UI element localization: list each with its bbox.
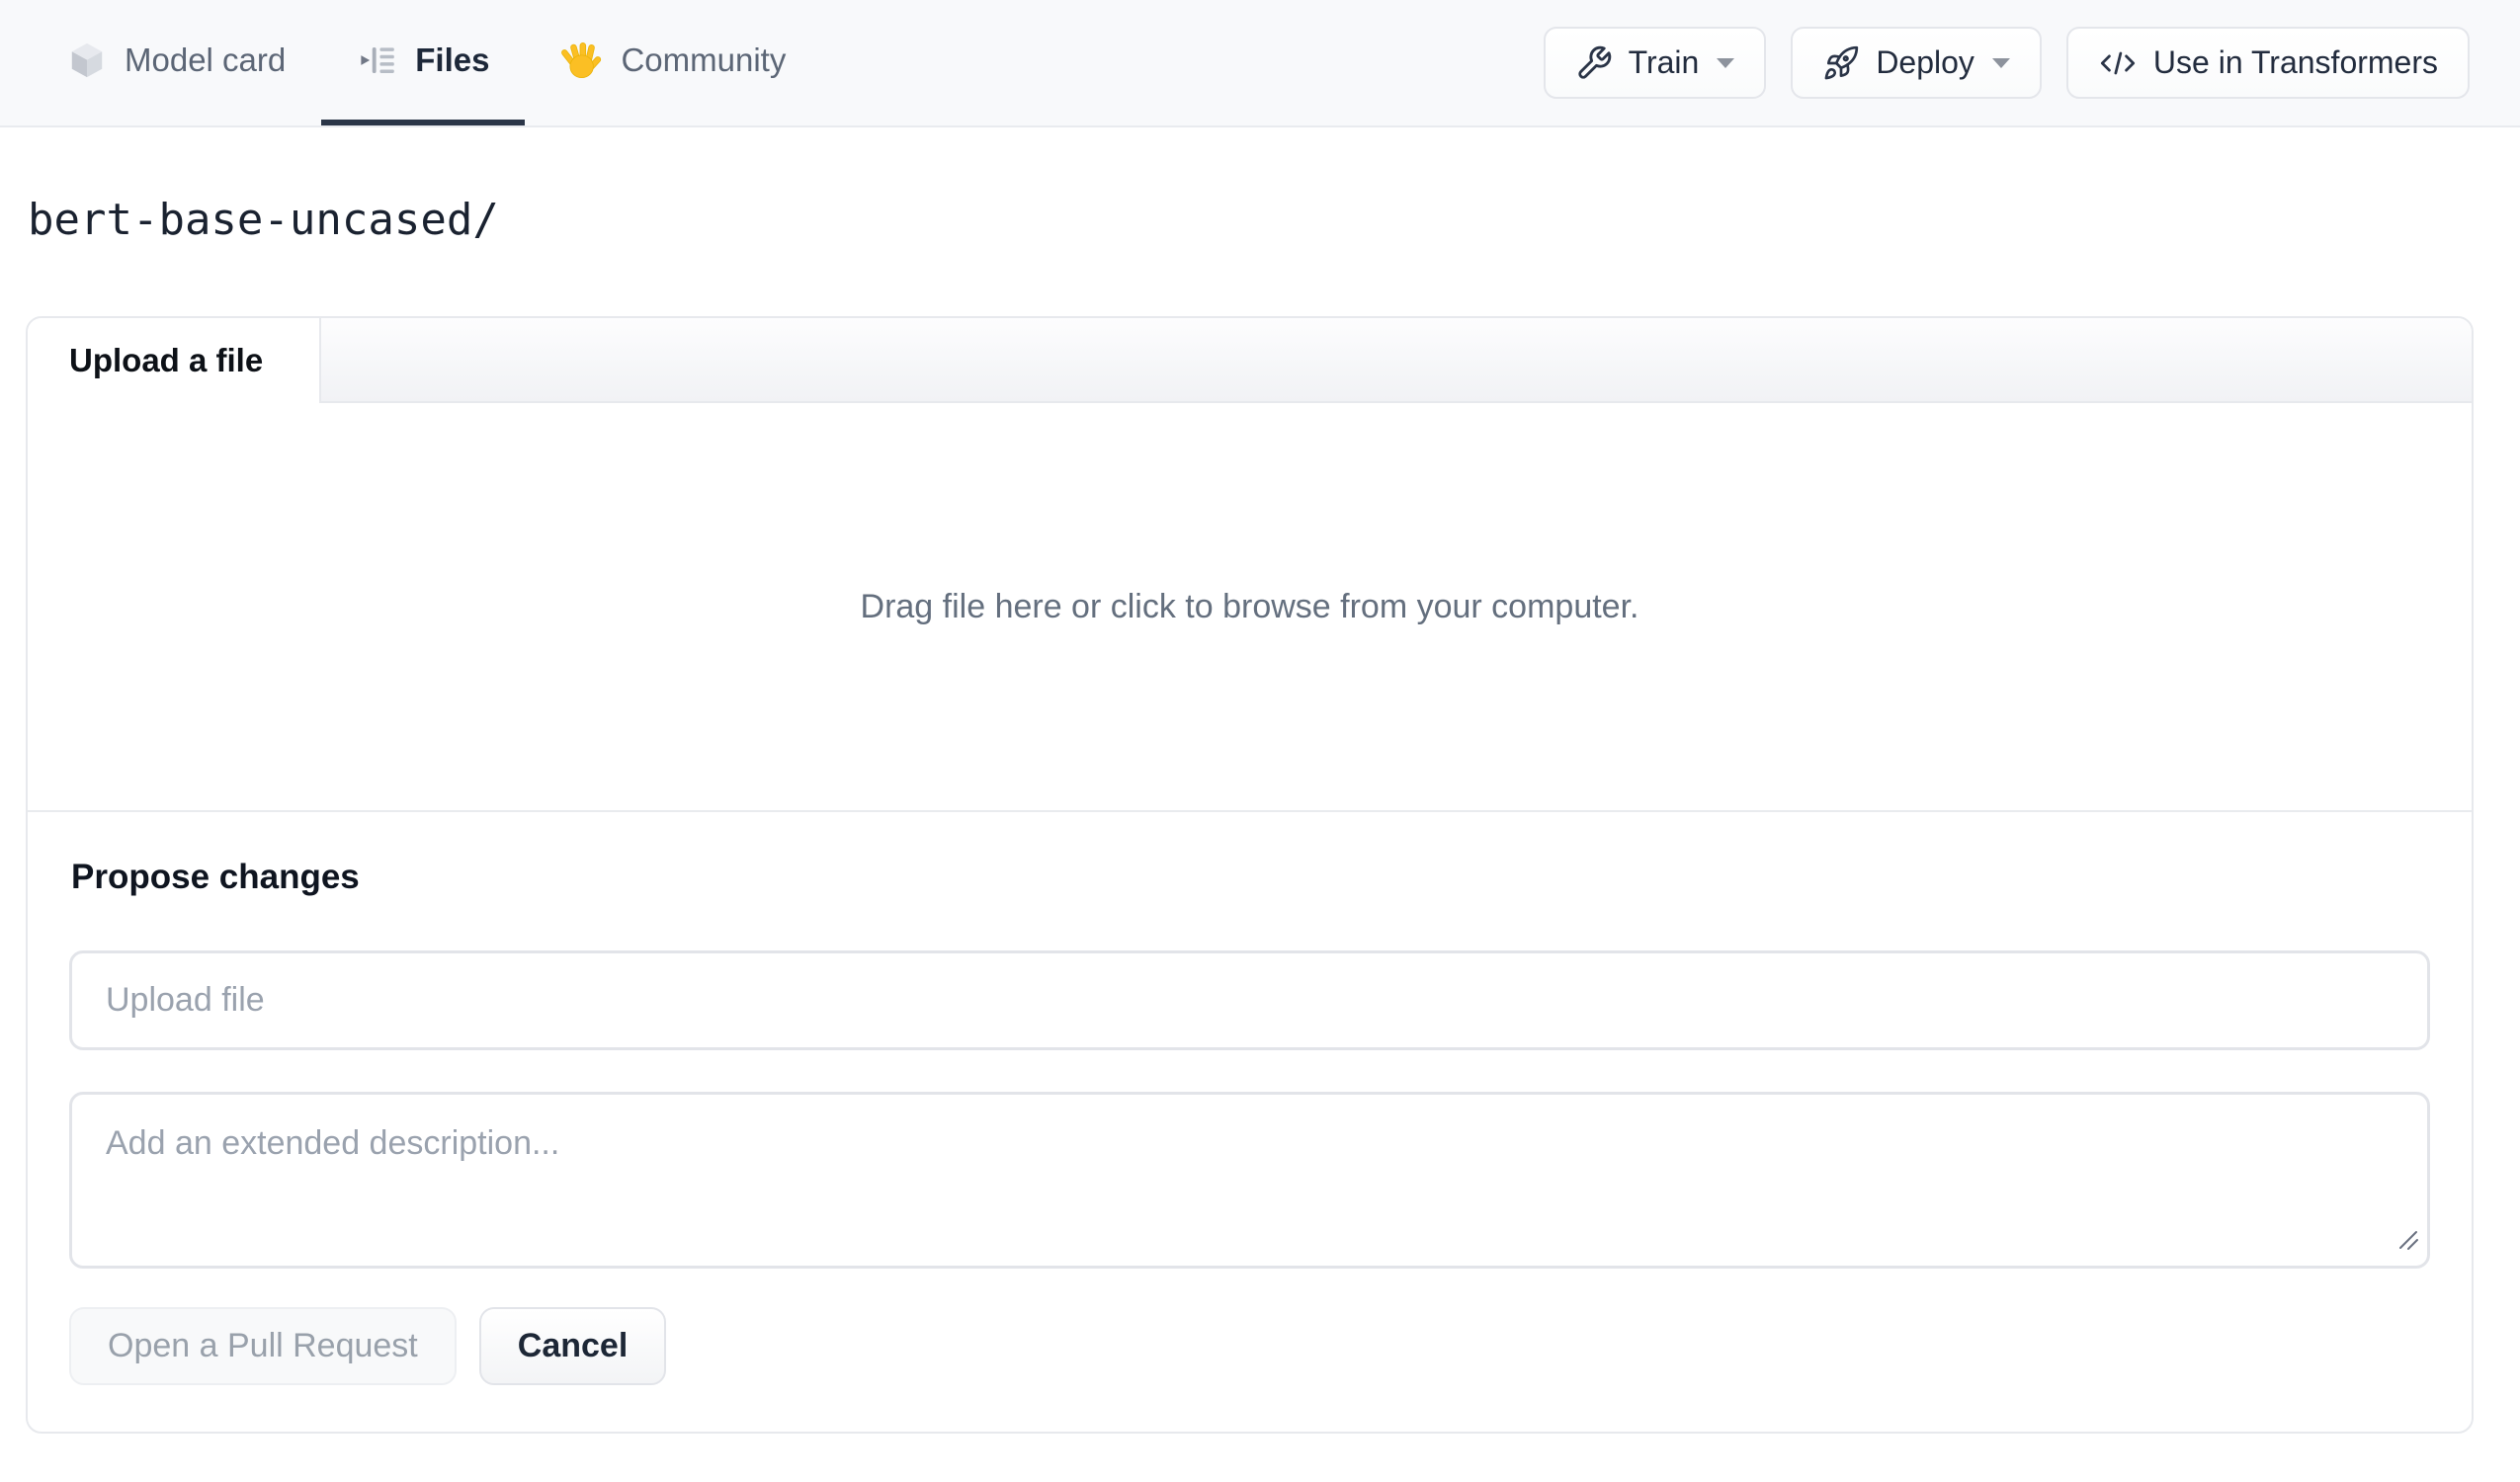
tab-model-card-label: Model card (125, 41, 287, 78)
use-in-transformers-button[interactable]: Use in Transformers (2065, 27, 2470, 99)
files-list-icon (357, 40, 398, 81)
tab-upload-a-file-label: Upload a file (69, 342, 264, 378)
propose-changes-heading: Propose changes (71, 858, 360, 896)
tab-community-label: Community (621, 41, 787, 78)
upload-panel-tabstrip: Upload a file (28, 318, 2472, 403)
tab-model-card[interactable]: Model card (31, 0, 321, 125)
tab-files-label: Files (415, 41, 490, 78)
wrench-icon (1575, 44, 1613, 82)
tab-files[interactable]: Files (321, 0, 526, 125)
deploy-button[interactable]: Deploy (1791, 27, 2042, 99)
cube-icon (66, 40, 108, 81)
open-pull-request-button[interactable]: Open a Pull Request (69, 1307, 457, 1385)
main-content: bert-base-uncased/ Upload a file Drag fi… (0, 195, 2520, 1434)
deploy-button-label: Deploy (1876, 44, 1974, 80)
repo-actions: Train Deploy Use in Transformers (1543, 0, 2470, 125)
propose-actions-row: Open a Pull Request Cancel (69, 1307, 2430, 1385)
tab-community[interactable]: Community (525, 0, 821, 125)
file-dropzone[interactable]: Drag file here or click to browse from y… (28, 403, 2472, 810)
code-icon (2098, 45, 2138, 81)
upload-file-input[interactable] (69, 950, 2430, 1050)
propose-changes-section: Propose changes Open a Pull Request Canc… (28, 810, 2472, 1432)
rocket-icon (1822, 44, 1860, 82)
description-field-wrapper (69, 1092, 2430, 1269)
breadcrumb[interactable]: bert-base-uncased/ (28, 195, 2474, 245)
repo-nav: Model card Files Community Train Deploy … (0, 0, 2520, 127)
tab-upload-a-file[interactable]: Upload a file (28, 318, 321, 403)
cancel-button[interactable]: Cancel (478, 1307, 667, 1385)
tabstrip-filler (321, 318, 2472, 403)
use-in-transformers-label: Use in Transformers (2152, 44, 2438, 80)
extended-description-textarea[interactable] (69, 1092, 2430, 1269)
upload-panel: Upload a file Drag file here or click to… (26, 316, 2474, 1434)
train-button-label: Train (1628, 44, 1700, 80)
repo-tabs: Model card Files Community (31, 0, 821, 125)
train-button[interactable]: Train (1543, 27, 1767, 99)
chevron-down-icon (1991, 57, 2010, 68)
dropzone-hint-text: Drag file here or click to browse from y… (860, 587, 1639, 625)
waving-hand-icon (560, 39, 604, 82)
chevron-down-icon (1717, 57, 1735, 68)
